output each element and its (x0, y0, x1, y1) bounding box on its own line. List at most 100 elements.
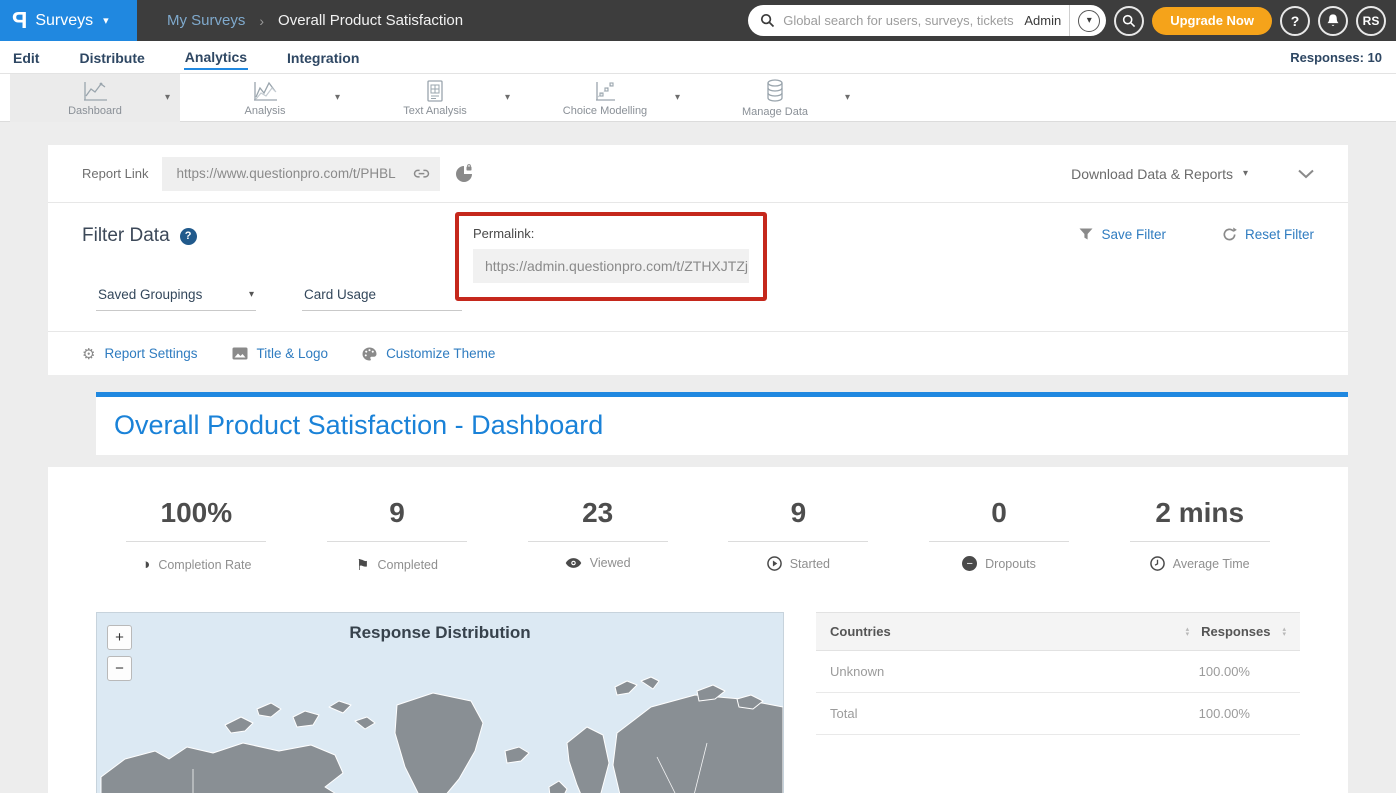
flag-icon: ⚑ (356, 556, 369, 574)
filter-help-icon[interactable]: ? (180, 228, 197, 245)
upgrade-now-button[interactable]: Upgrade Now (1152, 7, 1272, 35)
report-settings-button[interactable]: ⚙ Report Settings (82, 345, 198, 363)
question-mark-icon: ? (1291, 13, 1300, 29)
avatar[interactable]: RS (1356, 6, 1386, 36)
nav-item-distribute[interactable]: Distribute (78, 46, 145, 69)
world-map[interactable] (97, 647, 783, 793)
tab-text-analysis-caret-icon[interactable]: ▾ (505, 92, 510, 103)
collapse-panel-button[interactable] (1298, 169, 1314, 179)
stat-viewed: 23 Viewed (497, 497, 698, 574)
countries-header[interactable]: Countries (830, 624, 891, 639)
area-chart-icon (251, 79, 279, 103)
page-title: Overall Product Satisfaction - Dashboard (114, 410, 603, 440)
sort-countries-icon[interactable]: ▴▾ (1186, 627, 1190, 637)
nav-item-integration[interactable]: Integration (286, 46, 360, 69)
report-filter-card: Report Link https://www.questionpro.com/… (48, 145, 1348, 375)
caret-down-icon: ▾ (1243, 168, 1248, 179)
responses-cell: 100.00% (1199, 706, 1286, 721)
line-chart-icon (81, 79, 109, 103)
scatter-chart-icon (591, 79, 619, 103)
product-switcher-label: Surveys (35, 12, 93, 30)
search-divider (1069, 5, 1070, 36)
tab-label: Manage Data (742, 106, 808, 118)
report-link-row: Report Link https://www.questionpro.com/… (48, 145, 1348, 203)
tab-analysis[interactable]: Analysis ▾ (180, 74, 350, 122)
gear-icon: ⚙ (82, 345, 95, 363)
stat-dropouts: 0 − Dropouts (899, 497, 1100, 574)
tab-label: Analysis (245, 105, 286, 117)
clock-icon (1150, 556, 1165, 571)
stat-label: Completed (378, 558, 438, 572)
notifications-button[interactable] (1318, 6, 1348, 36)
quick-search-button[interactable] (1114, 6, 1144, 36)
stat-value: 9 (791, 497, 807, 529)
tab-choice-modelling[interactable]: Choice Modelling ▾ (520, 74, 690, 122)
report-settings-row: ⚙ Report Settings Title & Logo Customize… (48, 331, 1348, 375)
geo-row: Response Distribution + − (48, 612, 1348, 793)
filter-data-section: Filter Data ? Save Filter Reset Filter S… (48, 203, 1348, 331)
response-distribution-map[interactable]: Response Distribution + − (96, 612, 784, 793)
help-button[interactable]: ? (1280, 6, 1310, 36)
responses-header[interactable]: Responses (1201, 624, 1270, 639)
dashboard-card: 100% ◑ Completion Rate 9 ⚑ Completed 23 … (48, 467, 1348, 793)
report-link-url[interactable]: https://www.questionpro.com/t/PHBL (176, 166, 405, 181)
card-usage-dropdown[interactable]: Card Usage ▾ (302, 287, 462, 311)
stat-value: 2 mins (1155, 497, 1244, 529)
stat-average-time: 2 mins Average Time (1099, 497, 1300, 574)
search-icon (760, 13, 775, 28)
stats-row: 100% ◑ Completion Rate 9 ⚑ Completed 23 … (48, 497, 1348, 574)
title-logo-button[interactable]: Title & Logo (232, 346, 329, 361)
breadcrumb-my-surveys[interactable]: My Surveys (167, 12, 245, 29)
filter-data-title: Filter Data (82, 225, 170, 247)
breadcrumb-separator-icon: › (259, 13, 264, 29)
country-cell: Unknown (830, 664, 884, 679)
tab-dashboard[interactable]: Dashboard ▾ (10, 74, 180, 122)
stat-started: 9 Started (698, 497, 899, 574)
customize-theme-button[interactable]: Customize Theme (362, 346, 495, 361)
analytics-tabstrip: Dashboard ▾ Analysis ▾ Text Analysis ▾ C… (0, 74, 1396, 122)
caret-down-icon: ▾ (249, 289, 254, 300)
bell-icon (1326, 13, 1340, 28)
tab-manage-data-caret-icon[interactable]: ▾ (845, 92, 850, 103)
report-link-field[interactable]: https://www.questionpro.com/t/PHBL (162, 157, 440, 191)
breadcrumb-current: Overall Product Satisfaction (278, 12, 463, 29)
countries-table: Countries ▴▾ Responses ▴▾ Unknown 100.00… (816, 612, 1300, 735)
tab-manage-data[interactable]: Manage Data ▾ (690, 74, 860, 122)
card-usage-label: Card Usage (304, 287, 376, 302)
stat-label: Started (790, 557, 830, 571)
nav-item-analytics[interactable]: Analytics (184, 45, 248, 70)
tab-dashboard-caret-icon[interactable]: ▾ (165, 92, 170, 103)
survey-section-nav: Edit Distribute Analytics Integration Re… (0, 41, 1396, 74)
reset-filter-button[interactable]: Reset Filter (1222, 227, 1314, 242)
tab-choice-modelling-caret-icon[interactable]: ▾ (675, 92, 680, 103)
download-data-reports-dropdown[interactable]: Download Data & Reports ▾ (1071, 166, 1248, 182)
global-search[interactable]: Admin ▾ (748, 5, 1106, 36)
nav-item-edit[interactable]: Edit (12, 46, 40, 69)
stat-value: 9 (389, 497, 405, 529)
sort-responses-icon[interactable]: ▴▾ (1282, 627, 1286, 637)
search-input[interactable] (783, 13, 1016, 28)
responses-count: Responses: 10 (1290, 50, 1382, 65)
stat-label: Dropouts (985, 557, 1036, 571)
customize-theme-label: Customize Theme (386, 346, 495, 361)
table-row: Unknown 100.00% (816, 651, 1300, 693)
minus-circle-icon: − (962, 556, 977, 571)
link-icon[interactable] (413, 167, 430, 181)
funnel-icon (1079, 228, 1093, 241)
permalink-url-field[interactable]: https://admin.questionpro.com/t/ZTHXJTZj (473, 249, 749, 283)
search-scope-caret-icon[interactable]: ▾ (1078, 10, 1100, 32)
saved-groupings-label: Saved Groupings (98, 287, 202, 302)
stat-label: Average Time (1173, 557, 1250, 571)
avatar-initials: RS (1363, 14, 1380, 28)
search-icon (1122, 14, 1136, 28)
saved-groupings-dropdown[interactable]: Saved Groupings ▾ (96, 287, 256, 311)
eye-icon (565, 557, 582, 569)
tab-analysis-caret-icon[interactable]: ▾ (335, 92, 340, 103)
reset-filter-label: Reset Filter (1245, 227, 1314, 242)
product-switcher[interactable]: P Surveys ▾ (0, 0, 137, 41)
save-filter-button[interactable]: Save Filter (1079, 227, 1166, 242)
search-scope-label[interactable]: Admin (1024, 13, 1061, 28)
tab-text-analysis[interactable]: Text Analysis ▾ (350, 74, 520, 122)
secure-report-icon[interactable] (454, 164, 474, 184)
save-filter-label: Save Filter (1101, 227, 1166, 242)
